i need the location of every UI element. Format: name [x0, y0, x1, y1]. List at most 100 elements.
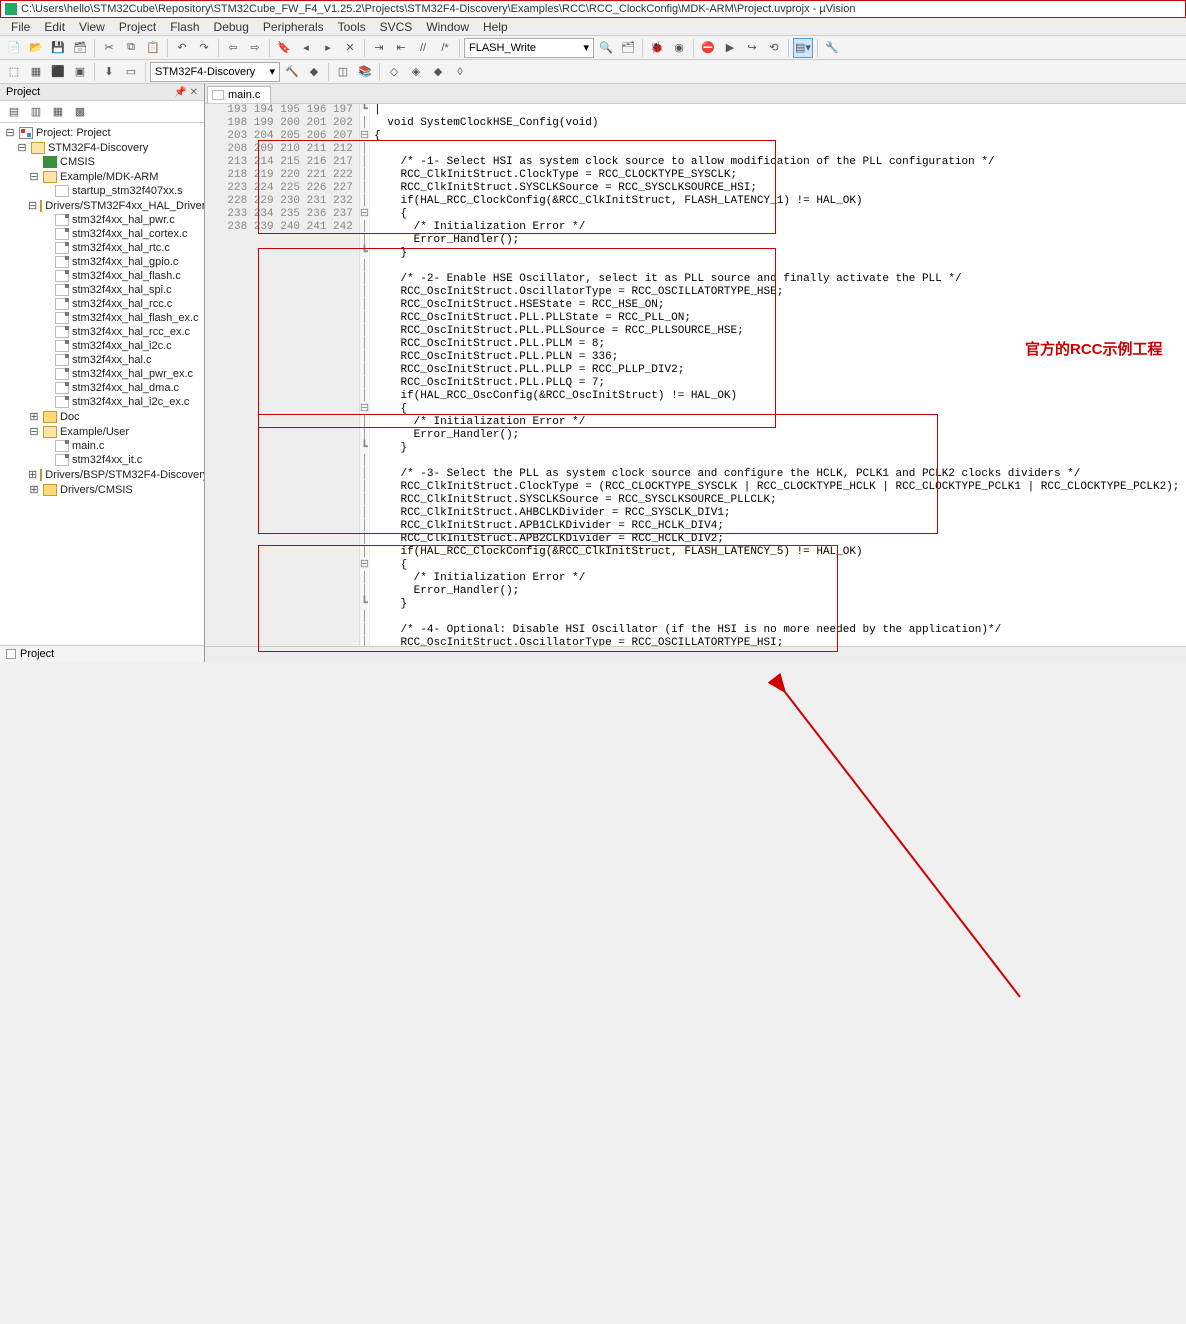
redo-icon[interactable]: ↷: [194, 38, 214, 58]
pt-2-icon[interactable]: ▥: [26, 102, 46, 122]
pt-3-icon[interactable]: ▦: [48, 102, 68, 122]
comment-icon[interactable]: //: [413, 38, 433, 58]
menu-project[interactable]: Project: [112, 20, 163, 34]
nav-back-icon[interactable]: ⇦: [223, 38, 243, 58]
pack-installer-icon[interactable]: ◫: [333, 62, 353, 82]
tree-group[interactable]: ⊟Drivers/STM32F4xx_HAL_Driver: [0, 198, 204, 213]
t3-icon[interactable]: ◆: [428, 62, 448, 82]
step-icon[interactable]: ↪: [742, 38, 762, 58]
target-combo[interactable]: STM32F4-Discovery▾: [150, 62, 280, 82]
breakpoint-icon[interactable]: ◉: [669, 38, 689, 58]
tree-project-root[interactable]: ⊟Project: Project: [0, 125, 204, 140]
code-editor[interactable]: 193 194 195 196 197 198 199 200 201 202 …: [205, 104, 1186, 646]
manage-rte-icon[interactable]: ◆: [304, 62, 324, 82]
bookmark-next-icon[interactable]: ▸: [318, 38, 338, 58]
save-icon[interactable]: 💾: [48, 38, 68, 58]
erase-icon[interactable]: ▭: [121, 62, 141, 82]
toolbar-2: ⬚ ▦ ⬛ ▣ ⬇ ▭ STM32F4-Discovery▾ 🔨 ◆ ◫ 📚 ◇…: [0, 60, 1186, 84]
tree-group[interactable]: ⊞Drivers/CMSIS: [0, 482, 204, 497]
tree-file[interactable]: stm32f4xx_hal_flash_ex.c: [0, 311, 204, 325]
tree-group[interactable]: ⊟Example/User: [0, 424, 204, 439]
t1-icon[interactable]: ◇: [384, 62, 404, 82]
menu-help[interactable]: Help: [476, 20, 515, 34]
tree-file[interactable]: stm32f4xx_hal_gpio.c: [0, 255, 204, 269]
pt-4-icon[interactable]: ▩: [70, 102, 90, 122]
tree-file[interactable]: main.c: [0, 439, 204, 453]
menu-bar: FileEditViewProjectFlashDebugPeripherals…: [0, 18, 1186, 36]
project-pane-tab[interactable]: Project: [0, 645, 204, 662]
tree-file[interactable]: stm32f4xx_hal_i2c_ex.c: [0, 395, 204, 409]
books-icon[interactable]: 📚: [355, 62, 375, 82]
paste-icon[interactable]: 📋: [143, 38, 163, 58]
tree-group[interactable]: CMSIS: [0, 155, 204, 169]
tree-file[interactable]: stm32f4xx_hal_dma.c: [0, 381, 204, 395]
menu-peripherals[interactable]: Peripherals: [256, 20, 331, 34]
menu-window[interactable]: Window: [419, 20, 476, 34]
tree-file[interactable]: stm32f4xx_hal_spi.c: [0, 283, 204, 297]
menu-edit[interactable]: Edit: [37, 20, 72, 34]
outdent-icon[interactable]: ⇤: [391, 38, 411, 58]
tree-file[interactable]: stm32f4xx_hal_pwr.c: [0, 213, 204, 227]
project-tree[interactable]: ⊟Project: Project⊟STM32F4-Discovery CMSI…: [0, 123, 204, 645]
editor-pane: main.c 193 194 195 196 197 198 199 200 2…: [205, 84, 1186, 662]
build-target-icon[interactable]: ⬚: [4, 62, 24, 82]
tree-group[interactable]: ⊟Example/MDK-ARM: [0, 169, 204, 184]
find-in-files-icon[interactable]: 🗂: [618, 38, 638, 58]
t2-icon[interactable]: ◈: [406, 62, 426, 82]
t4-icon[interactable]: ◊: [450, 62, 470, 82]
nav-fwd-icon[interactable]: ⇨: [245, 38, 265, 58]
tree-file[interactable]: stm32f4xx_hal.c: [0, 353, 204, 367]
menu-flash[interactable]: Flash: [163, 20, 206, 34]
save-all-icon[interactable]: 🗃: [70, 38, 90, 58]
tree-file[interactable]: stm32f4xx_hal_cortex.c: [0, 227, 204, 241]
pt-1-icon[interactable]: ▤: [4, 102, 24, 122]
flash-combo[interactable]: FLASH_Write▾: [464, 38, 594, 58]
menu-file[interactable]: File: [4, 20, 37, 34]
menu-view[interactable]: View: [72, 20, 112, 34]
tree-file[interactable]: startup_stm32f407xx.s: [0, 184, 204, 198]
horizontal-scrollbar[interactable]: [205, 646, 1186, 662]
tree-file[interactable]: stm32f4xx_hal_rcc_ex.c: [0, 325, 204, 339]
debug-icon[interactable]: 🐞: [647, 38, 667, 58]
tree-target[interactable]: ⊟STM32F4-Discovery: [0, 140, 204, 155]
target-options-icon[interactable]: 🔨: [282, 62, 302, 82]
indent-icon[interactable]: ⇥: [369, 38, 389, 58]
bookmark-clear-icon[interactable]: ✕: [340, 38, 360, 58]
cut-icon[interactable]: ✂: [99, 38, 119, 58]
config-icon[interactable]: 🔧: [822, 38, 842, 58]
tree-file[interactable]: stm32f4xx_it.c: [0, 453, 204, 467]
tree-file[interactable]: stm32f4xx_hal_rcc.c: [0, 297, 204, 311]
tree-group[interactable]: ⊞Doc: [0, 409, 204, 424]
copy-icon[interactable]: ⧉: [121, 38, 141, 58]
reset-icon[interactable]: ⟲: [764, 38, 784, 58]
tree-group[interactable]: ⊞Drivers/BSP/STM32F4-Discovery: [0, 467, 204, 482]
build-icon[interactable]: ▦: [26, 62, 46, 82]
tree-file[interactable]: stm32f4xx_hal_i2c.c: [0, 339, 204, 353]
editor-tab-main[interactable]: main.c: [207, 86, 271, 103]
uncomment-icon[interactable]: /*: [435, 38, 455, 58]
open-file-icon[interactable]: 📂: [26, 38, 46, 58]
find-icon[interactable]: 🔍: [596, 38, 616, 58]
window-title: C:\Users\hello\STM32Cube\Repository\STM3…: [21, 3, 855, 15]
bookmark-prev-icon[interactable]: ◂: [296, 38, 316, 58]
code-text[interactable]: | void SystemClockHSE_Config(void) { /* …: [370, 104, 1186, 646]
undo-icon[interactable]: ↶: [172, 38, 192, 58]
download-icon[interactable]: ⬇: [99, 62, 119, 82]
rebuild-icon[interactable]: ⬛: [48, 62, 68, 82]
new-file-icon[interactable]: 📄: [4, 38, 24, 58]
tree-file[interactable]: stm32f4xx_hal_pwr_ex.c: [0, 367, 204, 381]
file-icon: [212, 90, 224, 100]
menu-debug[interactable]: Debug: [207, 20, 256, 34]
tree-file[interactable]: stm32f4xx_hal_flash.c: [0, 269, 204, 283]
fold-column[interactable]: ┗│⊟│││││⊟││┗│││││││││││⊟││┗││││││││⊟││┗│…: [360, 104, 370, 646]
menu-svcs[interactable]: SVCS: [373, 20, 420, 34]
auto-hide-icon[interactable]: 📌 ✕: [174, 87, 198, 98]
stop-icon[interactable]: ⛔: [698, 38, 718, 58]
batch-build-icon[interactable]: ▣: [70, 62, 90, 82]
menu-tools[interactable]: Tools: [331, 20, 373, 34]
annotation-text: 官方的RCC示例工程: [1025, 338, 1163, 359]
window-list-icon[interactable]: ▤▾: [793, 38, 813, 58]
tree-file[interactable]: stm32f4xx_hal_rtc.c: [0, 241, 204, 255]
bookmark-icon[interactable]: 🔖: [274, 38, 294, 58]
run-icon[interactable]: ▶: [720, 38, 740, 58]
